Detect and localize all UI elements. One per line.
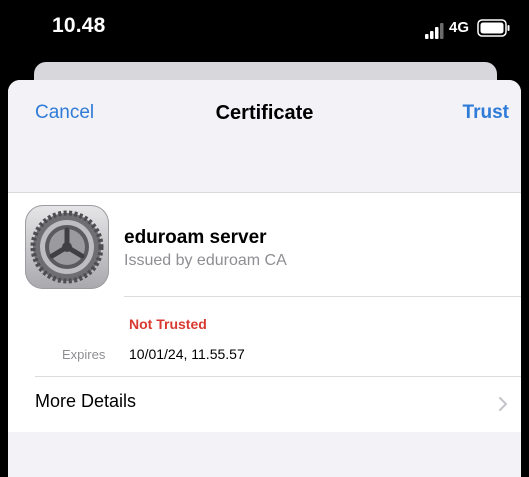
more-details-row[interactable]: More Details [8, 377, 521, 432]
more-details-label: More Details [35, 391, 137, 411]
settings-gear-icon [25, 205, 109, 289]
navigation-bar: Cancel Certificate Trust [8, 80, 521, 193]
battery-icon [477, 19, 510, 37]
certificate-issuer: Issued by eduroam CA [124, 252, 287, 269]
trust-status: Not Trusted [129, 316, 207, 332]
status-bar: 10.48 4G [0, 0, 529, 58]
expires-value: 10/01/24, 11.55.57 [129, 346, 245, 362]
chevron-right-icon [499, 397, 507, 411]
certificate-name: eduroam server [124, 227, 267, 248]
certificate-card: eduroam server Issued by eduroam CA Not … [8, 193, 521, 432]
trust-button[interactable]: Trust [463, 102, 509, 124]
expires-label: Expires [62, 347, 106, 362]
divider [124, 296, 521, 297]
network-type: 4G [449, 19, 470, 36]
page-title: Certificate [215, 102, 314, 124]
cellular-signal-icon [425, 23, 444, 39]
status-time: 10.48 [52, 14, 106, 37]
certificate-sheet: Cancel Certificate Trust eduroam server … [8, 80, 521, 477]
